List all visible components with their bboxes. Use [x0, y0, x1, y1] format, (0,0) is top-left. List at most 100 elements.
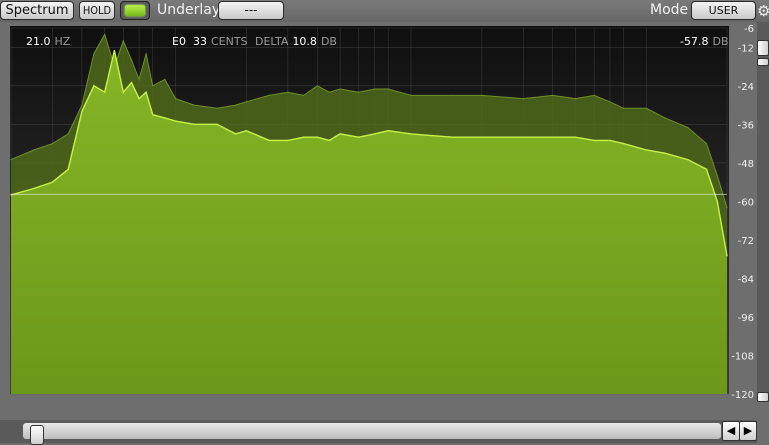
point-peak-hold-27 [387, 88, 389, 90]
point-live-6 [104, 91, 106, 93]
vertical-scroll-thumb-top[interactable] [757, 58, 769, 66]
point-live-11 [145, 91, 147, 93]
scroll-up-arrow-icon[interactable] [757, 40, 769, 56]
point-live-29 [451, 136, 453, 138]
point-live-14 [175, 120, 177, 122]
point-peak-hold-8 [122, 40, 124, 42]
point-live-34 [593, 139, 595, 141]
point-peak-hold-0 [10, 159, 12, 161]
point-live-23 [328, 139, 330, 141]
delta-readout: DELTA 10.8 DB [255, 35, 337, 48]
hold-toggle[interactable] [120, 1, 150, 20]
point-live-32 [552, 136, 554, 138]
point-live-10 [138, 98, 140, 100]
point-live-17 [235, 133, 237, 135]
delta-unit: DB [320, 35, 337, 48]
point-live-3 [67, 168, 69, 170]
point-live-2 [51, 181, 54, 183]
frequency-value: 21.0 [26, 35, 51, 48]
point-peak-hold-18 [245, 101, 247, 103]
y-tick-label--12: -12 [738, 43, 754, 54]
point-peak-hold-21 [303, 94, 305, 96]
spectrum-plot[interactable]: 203040506070801002003004006008001K2K3K4K… [0, 22, 757, 402]
point-peak-hold-40 [705, 143, 708, 145]
point-peak-hold-42 [726, 207, 728, 209]
horizontal-scroll-track[interactable] [23, 423, 721, 445]
note-name: E0 [172, 35, 186, 48]
level-unit: DB [712, 35, 729, 48]
point-live-1 [33, 187, 35, 190]
point-peak-hold-13 [164, 78, 166, 80]
frequency-readout: 21.0 HZ [26, 35, 70, 48]
point-peak-hold-35 [609, 101, 611, 103]
delta-label: DELTA [255, 35, 289, 48]
vertical-scroll-thumb-bottom[interactable] [757, 392, 769, 402]
y-tick-label--24: -24 [738, 82, 754, 93]
point-peak-hold-33 [574, 98, 577, 100]
point-peak-hold-4 [81, 104, 83, 106]
point-peak-hold-15 [193, 104, 195, 106]
point-peak-hold-38 [664, 117, 666, 119]
point-live-30 [481, 136, 483, 138]
point-live-28 [410, 133, 412, 135]
point-live-21 [303, 136, 305, 138]
gear-icon[interactable]: ⚙ [757, 0, 769, 22]
point-peak-hold-14 [175, 98, 177, 100]
point-peak-hold-41 [716, 175, 718, 177]
delta-value: 10.8 [292, 35, 317, 48]
point-live-4 [81, 110, 83, 113]
point-peak-hold-5 [93, 53, 95, 55]
point-live-42 [726, 255, 728, 257]
point-live-39 [687, 159, 689, 161]
vertical-scrollbar[interactable] [757, 22, 769, 402]
point-peak-hold-31 [522, 98, 524, 100]
note-readout: E0 33 CENTS [172, 35, 248, 48]
point-live-7 [113, 49, 115, 52]
spectrum-title-button[interactable]: Spectrum [0, 1, 74, 20]
note-cents: 33 [192, 35, 207, 48]
y-tick-label--60: -60 [738, 197, 754, 208]
point-peak-hold-6 [104, 33, 106, 35]
point-peak-hold-34 [593, 94, 595, 96]
mode-select[interactable]: USER [691, 1, 756, 20]
point-peak-hold-39 [687, 126, 689, 129]
point-live-5 [93, 85, 95, 87]
scroll-right-arrow-icon[interactable]: ▶ [739, 421, 757, 441]
point-live-16 [216, 123, 218, 125]
scroll-left-arrow-icon[interactable]: ◀ [722, 421, 740, 441]
y-tick-label--84: -84 [738, 274, 754, 285]
point-peak-hold-22 [316, 85, 318, 87]
horizontal-scroll-thumb[interactable] [30, 425, 44, 445]
point-peak-hold-16 [216, 107, 218, 109]
point-peak-hold-1 [33, 149, 35, 151]
point-peak-hold-28 [410, 94, 412, 96]
y-tick-label--96: -96 [738, 313, 754, 324]
horizontal-scrollbar[interactable]: ◀ ▶ [0, 420, 757, 445]
underlay-select[interactable]: --- [218, 1, 284, 20]
point-peak-hold-19 [268, 94, 270, 96]
toggle-led-indicator [125, 5, 145, 16]
point-peak-hold-3 [67, 133, 69, 135]
point-peak-hold-9 [130, 59, 133, 61]
frequency-unit: HZ [54, 35, 71, 48]
point-live-36 [623, 143, 625, 145]
point-peak-hold-12 [152, 85, 154, 87]
point-live-35 [609, 139, 611, 141]
point-peak-hold-23 [328, 91, 330, 93]
point-live-15 [193, 123, 195, 125]
y-tick-label--48: -48 [738, 159, 754, 170]
point-peak-hold-17 [235, 104, 237, 106]
mode-label: Mode [650, 2, 689, 18]
hold-button[interactable]: HOLD [79, 1, 115, 20]
point-live-13 [164, 117, 166, 119]
point-peak-hold-11 [145, 53, 147, 55]
y-tick-label--120: -120 [731, 390, 754, 401]
point-peak-hold-29 [451, 94, 453, 96]
point-live-40 [705, 168, 708, 170]
point-peak-hold-10 [138, 78, 140, 80]
level-value: -57.8 [680, 35, 709, 48]
y-tick-label--36: -36 [738, 120, 754, 131]
point-live-27 [387, 130, 389, 132]
point-live-8 [122, 91, 124, 93]
point-peak-hold-26 [373, 88, 376, 90]
